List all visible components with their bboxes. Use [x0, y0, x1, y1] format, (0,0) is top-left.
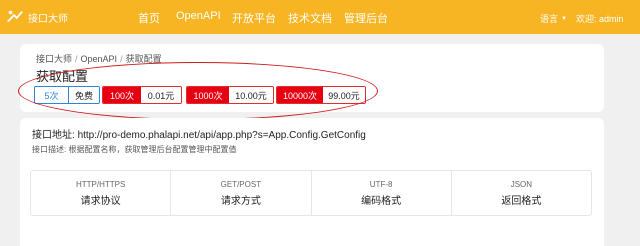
price-option-10000[interactable]: 10000次 99.00元 — [276, 86, 366, 104]
language-label: 语言 — [540, 14, 559, 24]
api-description-text: 根据配置名称，获取管理后台配置管理中配置值 — [68, 145, 237, 154]
info-cell-format: JSON 返回格式 — [452, 171, 591, 215]
logo-text: 接口大师 — [28, 13, 68, 25]
breadcrumb-home[interactable]: 接口大师 — [36, 54, 72, 64]
price-option-free[interactable]: 5次 免费 — [34, 86, 100, 104]
info-value: GET/POST — [220, 179, 262, 189]
info-value: UTF-8 — [369, 179, 393, 189]
info-label: 请求协议 — [80, 195, 121, 207]
price-count: 5次 — [35, 87, 69, 103]
price-amount: 10.00元 — [229, 87, 273, 103]
info-cell-encoding: UTF-8 编码格式 — [312, 171, 452, 215]
info-cell-method: GET/POST 请求方式 — [171, 171, 312, 215]
user-welcome[interactable]: 欢迎: admin — [576, 12, 624, 25]
api-address: 接口地址: http://pro-demo.phalapi.net/api/ap… — [32, 126, 366, 141]
api-address-url[interactable]: http://pro-demo.phalapi.net/api/app.php?… — [78, 130, 366, 141]
price-amount: 免费 — [69, 87, 99, 103]
info-value: HTTP/HTTPS — [75, 179, 126, 189]
nav-admin[interactable]: 管理后台 — [344, 10, 388, 26]
breadcrumb-current: 获取配置 — [125, 54, 162, 64]
price-count: 1000次 — [187, 87, 229, 103]
nav-home[interactable]: 首页 — [138, 10, 160, 26]
price-count: 10000次 — [277, 87, 323, 103]
next-card-edge — [20, 240, 604, 246]
page-title: 获取配置 — [36, 69, 89, 84]
breadcrumb: 接口大师 / OpenAPI / 获取配置 — [36, 54, 162, 64]
info-cell-protocol: HTTP/HTTPS 请求协议 — [31, 171, 172, 215]
api-description-label: 接口描述: — [32, 145, 67, 154]
api-address-label: 接口地址: — [32, 130, 75, 141]
info-value: JSON — [510, 179, 533, 189]
chevron-down-icon: ▼ — [561, 15, 567, 22]
nav-open-platform[interactable]: 开放平台 — [232, 10, 276, 26]
top-navbar: 接口大师 首页 OpenAPI 开放平台 技术文档 管理后台 语言 ▼ 欢迎: … — [0, 0, 640, 34]
api-description: 接口描述: 根据配置名称，获取管理后台配置管理中配置值 — [32, 144, 236, 155]
info-label: 请求方式 — [220, 195, 261, 207]
nav-tech-docs[interactable]: 技术文档 — [288, 10, 332, 26]
info-label: 编码格式 — [361, 195, 402, 207]
nav-openapi[interactable]: OpenAPI — [176, 10, 221, 22]
language-dropdown[interactable]: 语言 ▼ — [540, 12, 567, 25]
logo[interactable]: 接口大师 — [6, 8, 68, 26]
price-option-1000[interactable]: 1000次 10.00元 — [186, 86, 274, 104]
breadcrumb-openapi[interactable]: OpenAPI — [81, 54, 118, 64]
api-info-table: HTTP/HTTPS 请求协议 GET/POST 请求方式 UTF-8 编码格式… — [30, 170, 592, 216]
info-label: 返回格式 — [501, 195, 542, 207]
price-option-100[interactable]: 100次 0.01元 — [102, 86, 182, 104]
price-count: 100次 — [103, 87, 141, 103]
logo-icon — [7, 10, 23, 23]
price-amount: 99.00元 — [323, 87, 365, 103]
price-amount: 0.01元 — [141, 87, 181, 103]
